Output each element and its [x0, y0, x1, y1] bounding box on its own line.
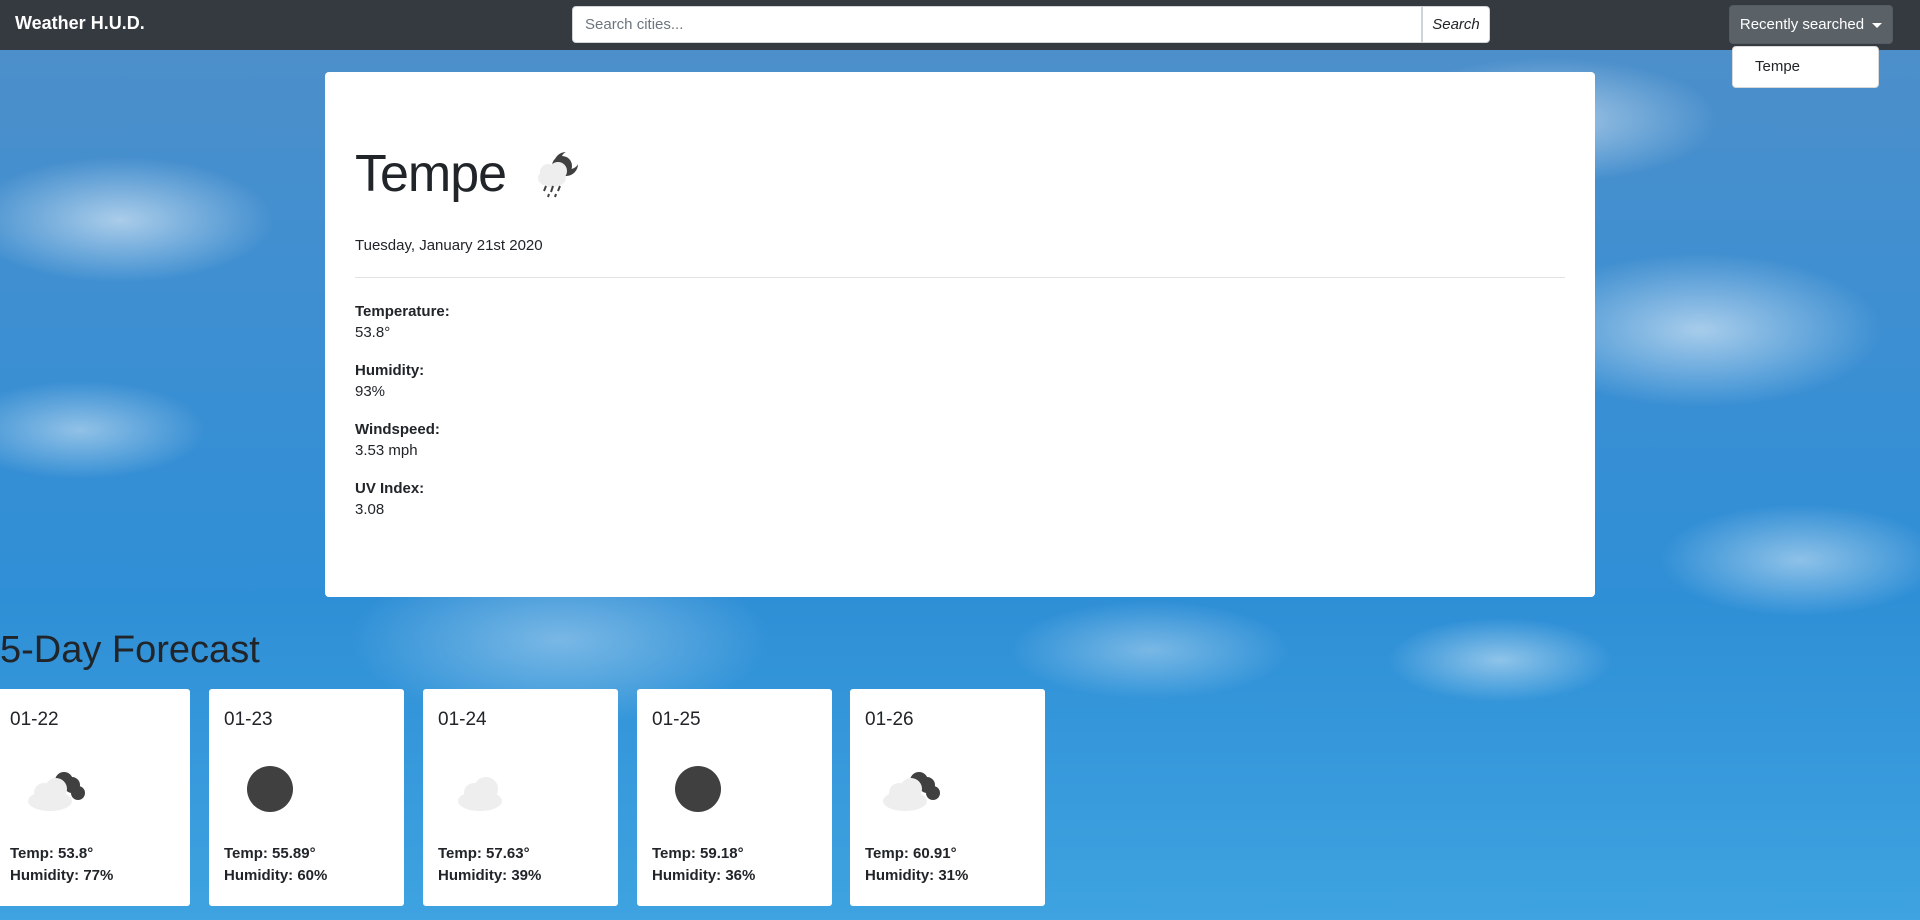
- clear-night-icon: [247, 766, 293, 812]
- brand-title[interactable]: Weather H.U.D.: [15, 13, 145, 34]
- forecast-humidity: Humidity: 31%: [865, 867, 969, 884]
- stat-uv-index: UV Index: 3.08: [355, 480, 424, 518]
- navbar: Weather H.U.D. Search Recently searched: [0, 0, 1920, 50]
- forecast-date: 01-25: [652, 709, 701, 730]
- forecast-date: 01-24: [438, 709, 487, 730]
- forecast-temp: Temp: 55.89°: [224, 845, 316, 862]
- forecast-title: 5-Day Forecast: [0, 629, 260, 671]
- partly-cloudy-night-icon: [28, 772, 85, 811]
- search-form: Search: [572, 6, 1490, 43]
- caret-down-icon: [1872, 23, 1883, 28]
- stat-label: UV Index:: [355, 480, 425, 497]
- forecast-card: 01-22 Temp: 53.8° Humidity: 77%: [0, 689, 190, 906]
- forecast-humidity: Humidity: 36%: [652, 867, 756, 884]
- city-header: Tempe: [355, 144, 584, 204]
- stat-value: 93%: [355, 383, 386, 400]
- forecast-temp: Temp: 60.91°: [865, 845, 957, 862]
- forecast-date: 01-26: [865, 709, 914, 730]
- stat-label: Humidity:: [355, 362, 425, 379]
- forecast-temp: Temp: 57.63°: [438, 845, 530, 862]
- forecast-humidity: Humidity: 39%: [438, 867, 542, 884]
- stat-value: 3.08: [355, 501, 385, 518]
- stat-value: 3.53 mph: [355, 442, 418, 459]
- stat-windspeed: Windspeed: 3.53 mph: [355, 421, 440, 459]
- cloud-rain-night-icon: [538, 151, 580, 198]
- recently-searched-menu: Tempe: [1732, 46, 1879, 88]
- city-name: Tempe: [355, 145, 507, 203]
- recent-item-tempe[interactable]: Tempe: [1755, 58, 1800, 75]
- divider: [355, 277, 1565, 278]
- recently-searched-label: Recently searched: [1739, 16, 1865, 33]
- forecast-temp: Temp: 53.8°: [10, 845, 94, 862]
- partly-cloudy-night-icon: [883, 772, 940, 811]
- forecast-humidity: Humidity: 60%: [224, 867, 328, 884]
- clear-night-icon: [675, 766, 721, 812]
- forecast-date: 01-23: [224, 709, 273, 730]
- cloud-icon: [458, 777, 502, 811]
- stat-temperature: Temperature: 53.8°: [355, 303, 450, 341]
- stat-label: Temperature:: [355, 303, 450, 320]
- forecast-humidity: Humidity: 77%: [10, 867, 114, 884]
- forecast-card: 01-23 Temp: 55.89° Humidity: 60%: [209, 689, 404, 906]
- forecast-temp: Temp: 59.18°: [652, 845, 744, 862]
- search-button[interactable]: Search: [1422, 6, 1490, 43]
- forecast-date: 01-22: [10, 709, 59, 730]
- forecast-card: 01-24 Temp: 57.63° Humidity: 39%: [423, 689, 618, 906]
- stat-humidity: Humidity: 93%: [355, 362, 424, 400]
- forecast-card: 01-26 Temp: 60.91° Humidity: 31%: [850, 689, 1045, 906]
- forecast-card: 01-25 Temp: 59.18° Humidity: 36%: [637, 689, 832, 906]
- stat-value: 53.8°: [355, 324, 391, 341]
- current-date: Tuesday, January 21st 2020: [355, 237, 543, 254]
- recently-searched-button[interactable]: Recently searched: [1729, 5, 1893, 44]
- current-weather-card: Tempe Tuesday, January 21st 2020 Tempera…: [325, 72, 1595, 597]
- stat-label: Windspeed:: [355, 421, 440, 438]
- search-input[interactable]: [572, 6, 1422, 43]
